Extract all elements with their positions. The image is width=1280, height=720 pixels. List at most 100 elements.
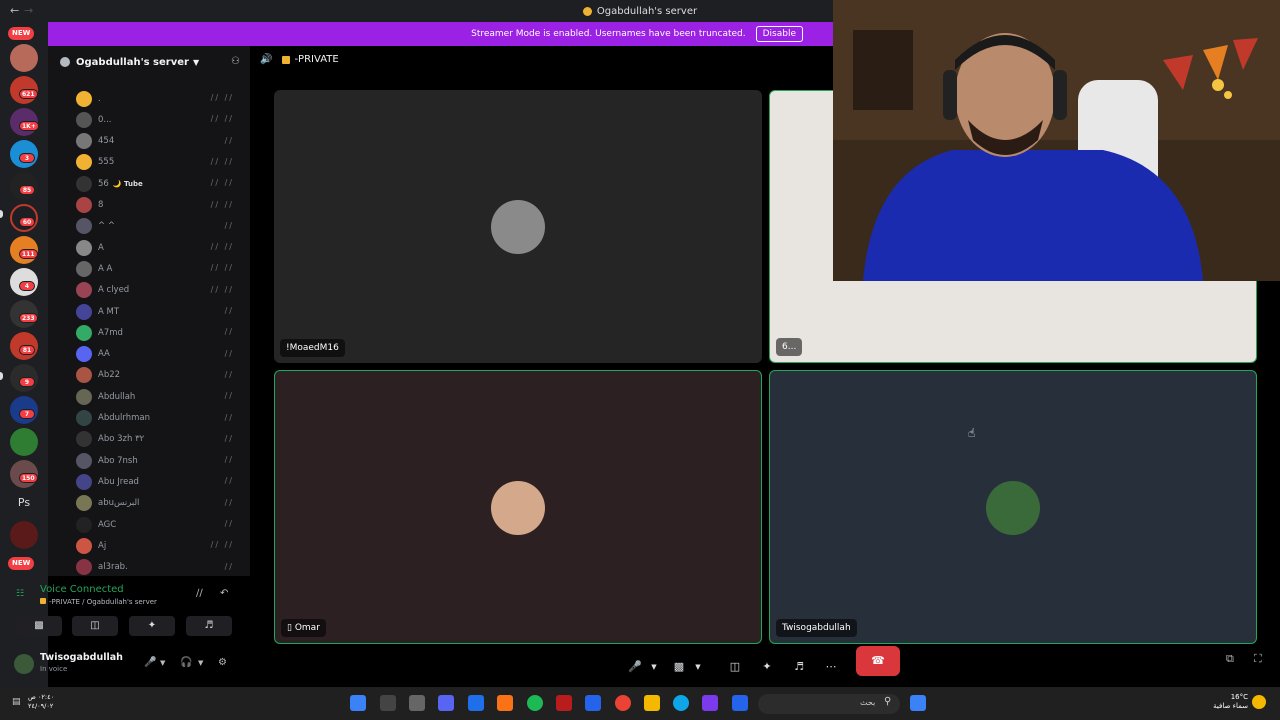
app-icon[interactable] [702,695,718,711]
server-badge: 150 [19,473,38,483]
start-icon[interactable] [910,695,926,711]
voice-member[interactable]: A MT ∕∕ [76,301,246,322]
activities-button[interactable]: ✦ [129,616,175,636]
more-options-icon[interactable]: ⋯ [822,652,840,682]
member-name: Abo 3zh ٣٢ [98,434,145,445]
voice-member[interactable]: 56 🌙 Tube ∕∕ ∕∕ [76,173,246,194]
noise-suppression-icon[interactable]: ∕∕ [196,588,203,599]
server-icon-1[interactable] [10,44,38,72]
chrome-icon[interactable] [615,695,631,711]
disable-streamer-button[interactable]: Disable [755,26,803,42]
voice-member[interactable]: A7md ∕∕ [76,322,246,343]
settings-gear-icon[interactable]: ⚙ [218,657,227,668]
hang-up-button[interactable]: ☎ [856,646,900,676]
voice-member[interactable]: ^ ^ ∕∕ [76,216,246,237]
voice-member[interactable]: Abo 3zh ٣٢ ∕∕ [76,429,246,450]
app-icon[interactable] [468,695,484,711]
signal-icon[interactable]: ☷ [16,589,24,599]
server-header[interactable]: Ogabdullah's server ▼ ⚇ [48,46,250,78]
muted-icon: ∕∕ [224,561,234,571]
temperature: 16°C [1230,693,1248,701]
muted-deafened-icon: ∕∕ ∕∕ [210,284,234,294]
mouse-cursor-icon: ☝ [968,426,976,440]
chevron-down-icon[interactable]: ▼ [198,659,203,667]
camera-off-button[interactable]: ▩ [16,616,62,636]
weather-widget[interactable]: 16°C سماء صافية [1204,693,1248,711]
edge-icon[interactable] [673,695,689,711]
microphone-icon[interactable]: 🎤 [144,657,156,668]
camera-off-icon[interactable]: ▩ [670,652,688,682]
voice-member[interactable]: al3rab. ∕∕ [76,557,246,576]
headphones-icon[interactable]: 🎧 [180,657,192,668]
sun-icon [1252,695,1266,709]
microphone-icon[interactable]: 🎤 [626,652,644,682]
voice-connected-panel: ☷ Voice Connected -PRIVATE / Ogabdullah'… [8,578,242,640]
voice-member[interactable]: A ∕∕ ∕∕ [76,237,246,258]
muted-deafened-icon: ∕∕ ∕∕ [210,114,234,124]
voice-member[interactable]: abuالبرنس ∕∕ [76,493,246,514]
app-icon[interactable] [732,695,748,711]
store-icon[interactable] [585,695,601,711]
pop-out-icon[interactable]: ⧉ [1226,652,1234,666]
server-icon-13[interactable] [10,428,38,456]
voice-member[interactable]: Abdullah ∕∕ [76,386,246,407]
voice-location[interactable]: -PRIVATE / Ogabdullah's server [40,598,157,606]
notification-icon[interactable]: ▤ [12,697,21,707]
voice-member[interactable]: AGC ∕∕ [76,514,246,535]
chevron-down-icon[interactable]: ▼ [692,652,704,682]
chevron-down-icon[interactable]: ▼ [648,652,660,682]
server-icon-15[interactable] [10,521,38,549]
speaker-icon[interactable]: 🔊 [260,54,272,65]
clock[interactable]: ٠٢:٤٠ ص ٢٤/٠٩/٠٢ [28,693,54,711]
video-tile[interactable]: !MoaedM16 [274,90,762,363]
search-input[interactable] [758,694,900,714]
back-arrow-icon[interactable]: ← [10,4,19,17]
video-tile[interactable]: ▯ Omar [274,370,762,644]
phone-icon: ▯ [287,623,295,633]
channel-name: -PRIVATE [294,54,339,65]
app-icon[interactable] [350,695,366,711]
voice-member[interactable]: 555 ∕∕ ∕∕ [76,152,246,173]
voice-member[interactable]: Abu Jread ∕∕ [76,471,246,492]
voice-member[interactable]: Abo 7nsh ∕∕ [76,450,246,471]
voice-member[interactable]: 0... ∕∕ ∕∕ [76,109,246,130]
voice-status[interactable]: Voice Connected [40,584,124,595]
avatar[interactable] [14,654,34,674]
discord-icon[interactable] [438,695,454,711]
avatar [76,303,92,320]
screen-share-icon[interactable]: ◫ [726,652,744,682]
app-icon[interactable] [409,695,425,711]
disconnect-icon[interactable]: ↶ [220,588,228,599]
app-icon[interactable] [497,695,513,711]
voice-member[interactable]: Aj ∕∕ ∕∕ [76,535,246,556]
activities-icon[interactable]: ✦ [758,652,776,682]
voice-member[interactable]: Abdulrhman ∕∕ [76,408,246,429]
voice-member[interactable]: 454 ∕∕ [76,131,246,152]
avatar [76,452,92,469]
voice-member[interactable]: 8 ∕∕ ∕∕ [76,195,246,216]
avatar [491,200,545,254]
file-explorer-icon[interactable] [644,695,660,711]
soundboard-icon[interactable]: ♬ [790,652,808,682]
screen-share-button[interactable]: ◫ [72,616,118,636]
voice-member[interactable]: A A ∕∕ ∕∕ [76,258,246,279]
spotify-icon[interactable] [527,695,543,711]
voice-member[interactable]: A clyed ∕∕ ∕∕ [76,280,246,301]
photoshop-server-icon[interactable]: Ps [10,489,38,517]
soundboard-button[interactable]: ♬ [186,616,232,636]
username[interactable]: Twisogabdullah [40,652,123,663]
chevron-down-icon[interactable]: ▼ [160,659,165,667]
app-icon[interactable] [380,695,396,711]
voice-member[interactable]: Ab22 ∕∕ [76,365,246,386]
voice-member[interactable]: . ∕∕ ∕∕ [76,88,246,109]
forward-arrow-icon[interactable]: → [24,4,33,17]
voice-member[interactable]: AA ∕∕ [76,344,246,365]
server-icon [60,57,70,67]
avatar [76,559,92,576]
invite-icon[interactable]: ⚇ [231,56,240,67]
muted-deafened-icon: ∕∕ ∕∕ [210,540,234,550]
video-tile[interactable]: ☝ Twisogabdullah [769,370,1257,644]
muted-icon: ∕∕ [224,497,234,507]
app-icon[interactable] [556,695,572,711]
fullscreen-icon[interactable]: ⛶ [1254,652,1262,666]
